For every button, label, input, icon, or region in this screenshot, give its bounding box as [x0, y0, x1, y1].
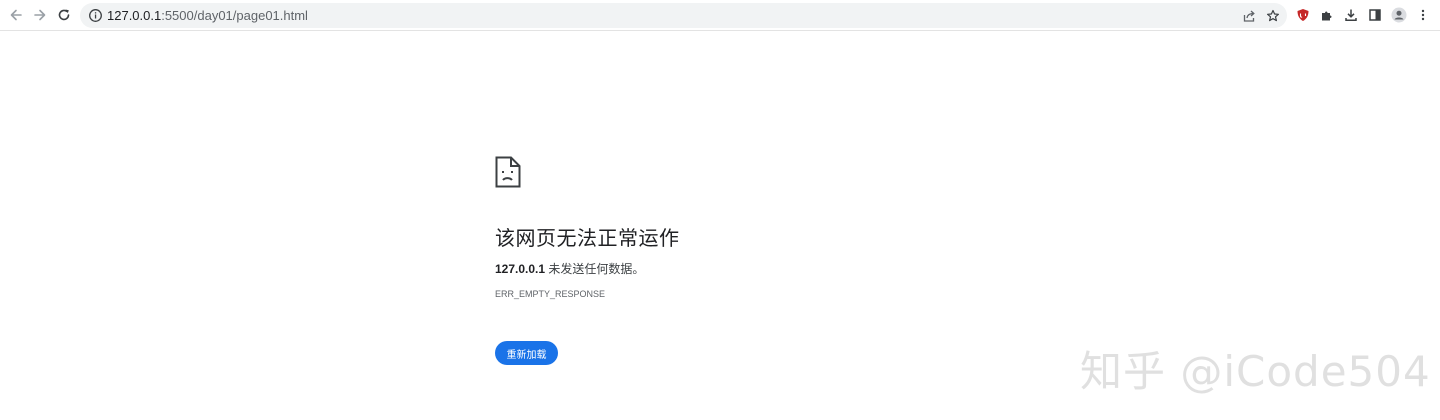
avatar-icon: [1391, 7, 1407, 23]
address-bar[interactable]: 127.0.0.1:5500/day01/page01.html: [80, 3, 1287, 28]
watermark-text: 知乎 @iCode504: [1080, 347, 1431, 396]
arrow-left-icon: [10, 9, 22, 21]
extensions-button[interactable]: [1318, 6, 1336, 24]
ublock-extension-button[interactable]: [1294, 6, 1312, 24]
arrow-right-icon: [34, 9, 46, 21]
profile-button[interactable]: [1390, 6, 1408, 24]
sad-page-icon: [495, 156, 521, 188]
share-button[interactable]: [1240, 7, 1258, 25]
error-message: 未发送任何数据。: [545, 262, 645, 276]
side-panel-button[interactable]: [1366, 6, 1384, 24]
more-vert-icon: [1421, 9, 1425, 21]
downloads-button[interactable]: [1342, 6, 1360, 24]
url-text: 127.0.0.1:5500/day01/page01.html: [107, 3, 308, 28]
url-path: :5500/day01/page01.html: [161, 8, 308, 23]
forward-button[interactable]: [29, 4, 51, 26]
puzzle-icon: [1322, 11, 1332, 21]
download-icon: [1345, 9, 1357, 22]
star-icon: [1267, 9, 1279, 22]
info-icon[interactable]: [88, 8, 103, 23]
reload-button[interactable]: 重新加载: [495, 341, 558, 365]
reload-page-button[interactable]: [53, 4, 75, 26]
share-icon: [1243, 10, 1255, 22]
back-button[interactable]: [5, 4, 27, 26]
error-title: 该网页无法正常运作: [495, 228, 680, 250]
refresh-icon: [58, 9, 70, 21]
side-panel-icon: [1369, 9, 1381, 21]
shield-icon: [1297, 9, 1309, 21]
error-host: 127.0.0.1: [495, 262, 546, 276]
bookmark-button[interactable]: [1264, 7, 1282, 25]
error-code: ERR_EMPTY_RESPONSE: [495, 289, 606, 299]
error-description: 127.0.0.1 未发送任何数据。: [495, 260, 644, 277]
browser-toolbar: 127.0.0.1:5500/day01/page01.html: [0, 0, 1440, 31]
menu-button[interactable]: [1414, 6, 1432, 24]
url-host: 127.0.0.1: [107, 8, 162, 23]
